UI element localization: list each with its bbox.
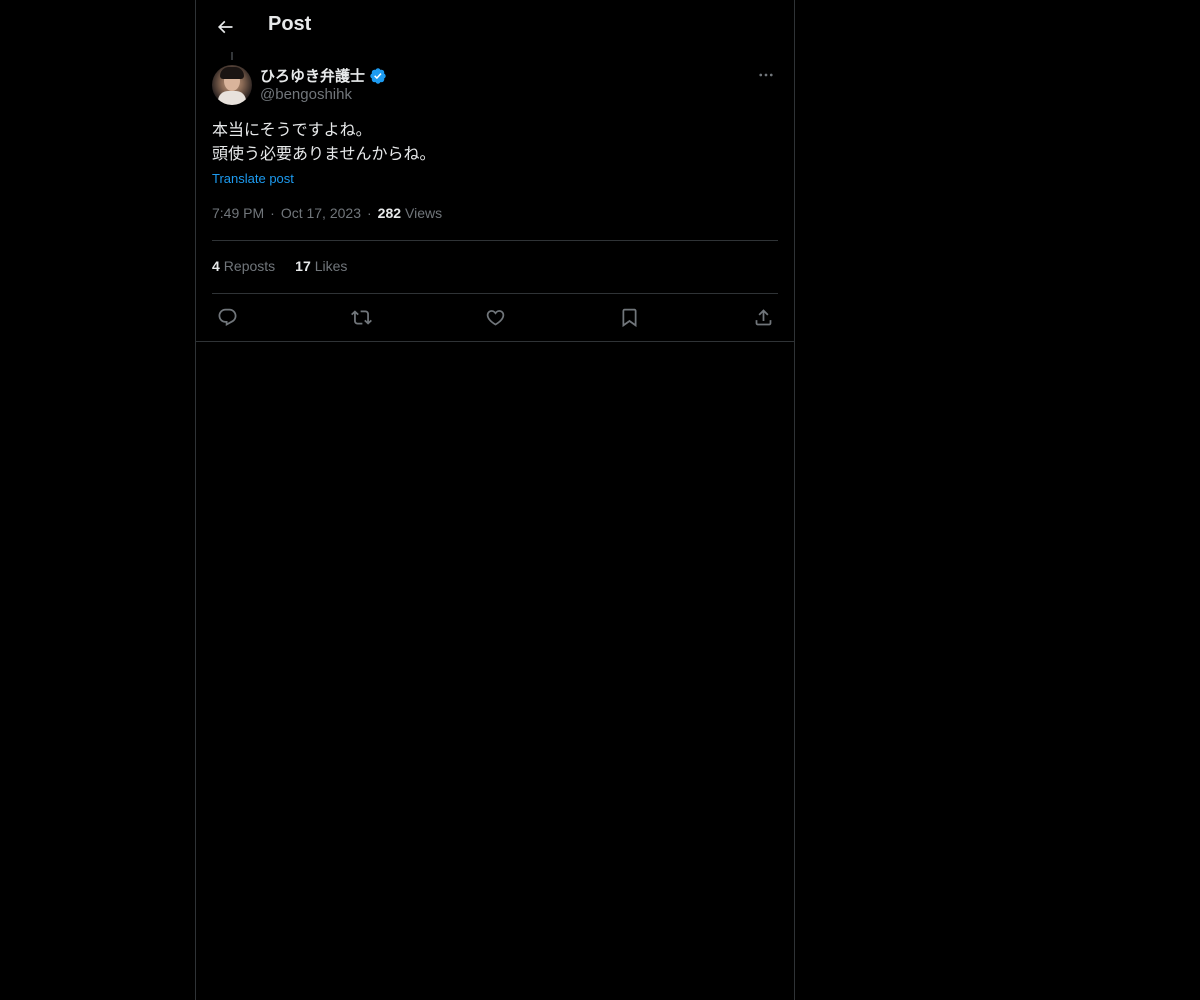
likes-stat[interactable]: 17 Likes <box>295 258 347 274</box>
reposts-label: Reposts <box>223 258 276 274</box>
author-row: ひろゆき弁護士 @bengoshihk <box>212 63 778 107</box>
more-options-button[interactable] <box>754 63 778 87</box>
like-icon <box>486 309 504 326</box>
tweet-time[interactable]: 7:49 PM <box>212 205 264 221</box>
arrow-left-icon <box>217 20 233 34</box>
divider <box>212 240 778 241</box>
tweet-line: 頭使う必要ありませんからね。 <box>212 144 436 163</box>
tweet-text: 本当にそうですよね。 頭使う必要ありませんからね。 <box>212 118 778 166</box>
avatar[interactable] <box>212 65 252 105</box>
thread-line <box>231 52 233 60</box>
repost-icon <box>350 309 372 325</box>
like-button[interactable] <box>480 302 510 332</box>
tweet-date[interactable]: Oct 17, 2023 <box>281 205 361 221</box>
repost-button[interactable] <box>346 302 376 332</box>
author-handle[interactable]: @bengoshihk <box>260 86 352 103</box>
more-dots-icon <box>759 73 773 77</box>
reply-button[interactable] <box>212 302 242 332</box>
share-icon <box>755 308 771 325</box>
author-name-row: ひろゆき弁護士 <box>260 65 387 86</box>
action-bar <box>212 302 778 332</box>
bookmark-icon <box>622 308 636 327</box>
reposts-count: 4 <box>212 258 220 274</box>
views-count[interactable]: 282 <box>378 205 401 221</box>
divider <box>196 341 794 342</box>
reposts-stat[interactable]: 4 Reposts <box>212 258 275 274</box>
main-column: Post ひろゆき弁護士 @bengoshihk 本当にそうですよね。 頭使う必 <box>195 0 795 1000</box>
views-label: Views <box>405 205 443 221</box>
reply-icon <box>218 308 236 326</box>
back-button[interactable] <box>208 10 242 44</box>
header: Post <box>196 0 794 54</box>
likes-count: 17 <box>295 258 311 274</box>
page-title: Post <box>268 13 312 35</box>
divider <box>212 293 778 294</box>
meta-separator: · <box>270 205 275 221</box>
bookmark-button[interactable] <box>614 302 644 332</box>
engagement-stats: 4 Reposts 17 Likes <box>212 258 347 274</box>
tweet-meta: 7:49 PM · Oct 17, 2023 · 282 Views <box>212 205 442 221</box>
verified-badge-icon[interactable] <box>369 67 387 85</box>
share-button[interactable] <box>748 302 778 332</box>
meta-separator: · <box>366 205 372 221</box>
likes-label: Likes <box>314 258 348 274</box>
translate-post-link[interactable]: Translate post <box>212 171 294 186</box>
tweet-line: 本当にそうですよね。 <box>212 120 372 139</box>
author-display-name[interactable]: ひろゆき弁護士 <box>260 65 365 86</box>
